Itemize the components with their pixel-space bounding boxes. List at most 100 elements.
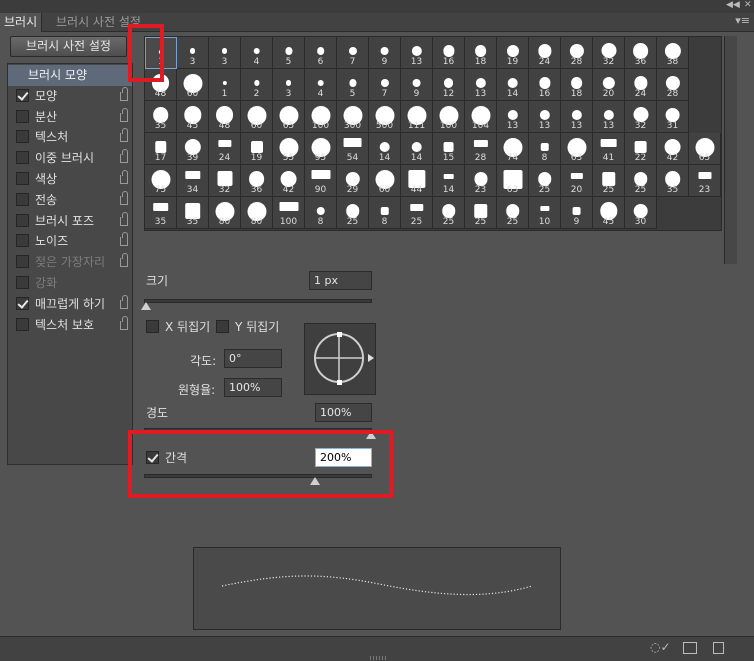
brush-tip-cell[interactable]: 16	[529, 69, 561, 101]
lock-icon[interactable]	[120, 170, 128, 184]
brush-tip-cell[interactable]: 2	[241, 69, 273, 101]
brush-tip-cell[interactable]: 5	[337, 69, 369, 101]
brush-tip-cell[interactable]: 34	[177, 165, 209, 197]
brush-tip-cell[interactable]: 1	[209, 69, 241, 101]
brush-tip-cell[interactable]: 65	[689, 133, 721, 165]
brush-tip-cell[interactable]: 32	[209, 165, 241, 197]
option-item[interactable]: 색상	[8, 169, 132, 190]
brush-tip-cell[interactable]: 60	[369, 165, 401, 197]
option-item[interactable]: 강화	[8, 273, 132, 294]
size-field[interactable]: 1 px	[309, 271, 372, 290]
brush-tip-cell[interactable]: 25	[529, 165, 561, 197]
brush-tip-cell[interactable]: 31	[657, 101, 689, 133]
brush-tip-cell[interactable]: 25	[497, 197, 529, 229]
brush-tip-cell[interactable]: 14	[369, 133, 401, 165]
brush-tip-cell[interactable]: 111	[401, 101, 433, 133]
brush-tip-cell[interactable]: 80	[241, 197, 273, 229]
brush-tip-cell[interactable]: 3	[209, 37, 241, 69]
option-checkbox[interactable]	[16, 213, 29, 227]
brush-tip-cell[interactable]: 10	[529, 197, 561, 229]
brush-tip-cell[interactable]: 36	[241, 165, 273, 197]
brush-tip-cell[interactable]: 44	[401, 165, 433, 197]
brush-tip-cell[interactable]: 32	[593, 37, 625, 69]
lock-icon[interactable]	[120, 294, 128, 309]
tab-brush[interactable]: 브러시	[0, 13, 43, 32]
roundness-field[interactable]: 100%	[224, 378, 282, 397]
option-item[interactable]: 노이즈	[8, 231, 132, 252]
brush-tip-cell[interactable]: 60	[241, 101, 273, 133]
brush-tip-cell[interactable]: 300	[337, 101, 369, 133]
flip-y-checkbox[interactable]	[216, 320, 229, 333]
option-item[interactable]: 텍스처	[8, 127, 132, 148]
brush-tip-cell[interactable]: 63	[561, 133, 593, 165]
option-checkbox[interactable]	[16, 192, 29, 206]
brush-tip-cell[interactable]: 7	[337, 37, 369, 69]
brush-tip-cell[interactable]: 45	[177, 101, 209, 133]
angle-roundness-dial[interactable]	[304, 323, 376, 395]
size-slider[interactable]	[144, 299, 372, 303]
option-checkbox[interactable]	[16, 296, 29, 310]
option-checkbox[interactable]	[16, 109, 29, 123]
brush-tip-cell[interactable]: 60	[177, 69, 209, 101]
lock-icon[interactable]	[120, 86, 128, 101]
brush-tip-cell[interactable]: 95	[305, 133, 337, 165]
brush-tip-cell[interactable]: 48	[209, 101, 241, 133]
brush-tip-cell[interactable]: 45	[593, 197, 625, 229]
option-checkbox[interactable]	[16, 151, 29, 165]
brush-tip-cell[interactable]: 104	[465, 101, 497, 133]
brush-tip-cell[interactable]: 100	[273, 197, 305, 229]
brush-tip-cell[interactable]: 65	[273, 101, 305, 133]
brush-tip-cell[interactable]: 28	[465, 133, 497, 165]
brush-tip-cell[interactable]: 4	[241, 37, 273, 69]
brush-tip-cell[interactable]: 25	[625, 165, 657, 197]
brush-tip-cell[interactable]: 19	[497, 37, 529, 69]
brush-tip-cell[interactable]: 90	[305, 165, 337, 197]
lock-icon[interactable]	[120, 253, 128, 268]
option-item[interactable]: 젖은 가장자리	[8, 252, 132, 273]
option-item[interactable]: 매끄럽게 하기	[8, 294, 132, 315]
brush-tip-cell[interactable]: 24	[529, 37, 561, 69]
brush-presets-button[interactable]: 브러시 사전 설정	[10, 36, 127, 57]
lock-icon[interactable]	[120, 315, 128, 330]
grid-view-icon[interactable]	[683, 642, 697, 654]
brush-tip-cell[interactable]: 25	[401, 197, 433, 229]
brush-tip-cell[interactable]: 17	[145, 133, 177, 165]
flip-x-option[interactable]: X 뒤집기	[146, 318, 210, 335]
brush-tip-cell[interactable]: 35	[145, 197, 177, 229]
lock-icon[interactable]	[120, 232, 128, 247]
brush-tip-cell[interactable]: 23	[465, 165, 497, 197]
new-preset-icon[interactable]	[713, 642, 724, 654]
lock-icon[interactable]	[120, 128, 128, 143]
brush-tip-cell[interactable]: 100	[305, 101, 337, 133]
brush-tip-cell[interactable]: 75	[145, 165, 177, 197]
brush-tip-cell[interactable]: 36	[625, 37, 657, 69]
brush-tip-cell[interactable]: 18	[465, 37, 497, 69]
brush-tip-cell[interactable]: 15	[433, 133, 465, 165]
brush-tip-cell[interactable]: 3	[273, 69, 305, 101]
brush-tip-cell[interactable]: 25	[337, 197, 369, 229]
brush-tip-cell[interactable]: 35	[145, 101, 177, 133]
brush-tip-cell[interactable]: 500	[369, 101, 401, 133]
brush-tip-cell[interactable]: 16	[433, 37, 465, 69]
toggle-preview-icon[interactable]: ◌✓	[650, 640, 671, 654]
lock-icon[interactable]	[120, 107, 128, 122]
brush-tip-cell[interactable]: 20	[593, 69, 625, 101]
brush-tip-cell[interactable]: 8	[305, 197, 337, 229]
brush-tip-cell[interactable]: 9	[369, 37, 401, 69]
brush-tip-cell[interactable]: 24	[209, 133, 241, 165]
option-item[interactable]: 이중 브러시	[8, 148, 132, 169]
brush-tip-shape-item[interactable]: 브러시 모양	[8, 65, 132, 86]
brush-tip-cell[interactable]: 5	[273, 37, 305, 69]
brush-tip-cell[interactable]: 13	[561, 101, 593, 133]
option-item[interactable]: 브러시 포즈	[8, 211, 132, 232]
brush-tip-cell[interactable]: 80	[209, 197, 241, 229]
option-checkbox[interactable]	[16, 88, 29, 102]
brush-tip-cell[interactable]: 35	[177, 197, 209, 229]
resize-grip[interactable]	[370, 656, 386, 660]
brush-tip-cell[interactable]: 25	[593, 165, 625, 197]
brush-tip-cell[interactable]: 14	[433, 165, 465, 197]
angle-field[interactable]: 0°	[224, 349, 282, 368]
grid-scrollbar[interactable]	[724, 36, 737, 264]
brush-tip-cell[interactable]: 55	[273, 133, 305, 165]
brush-tip-cell[interactable]: 8	[369, 197, 401, 229]
